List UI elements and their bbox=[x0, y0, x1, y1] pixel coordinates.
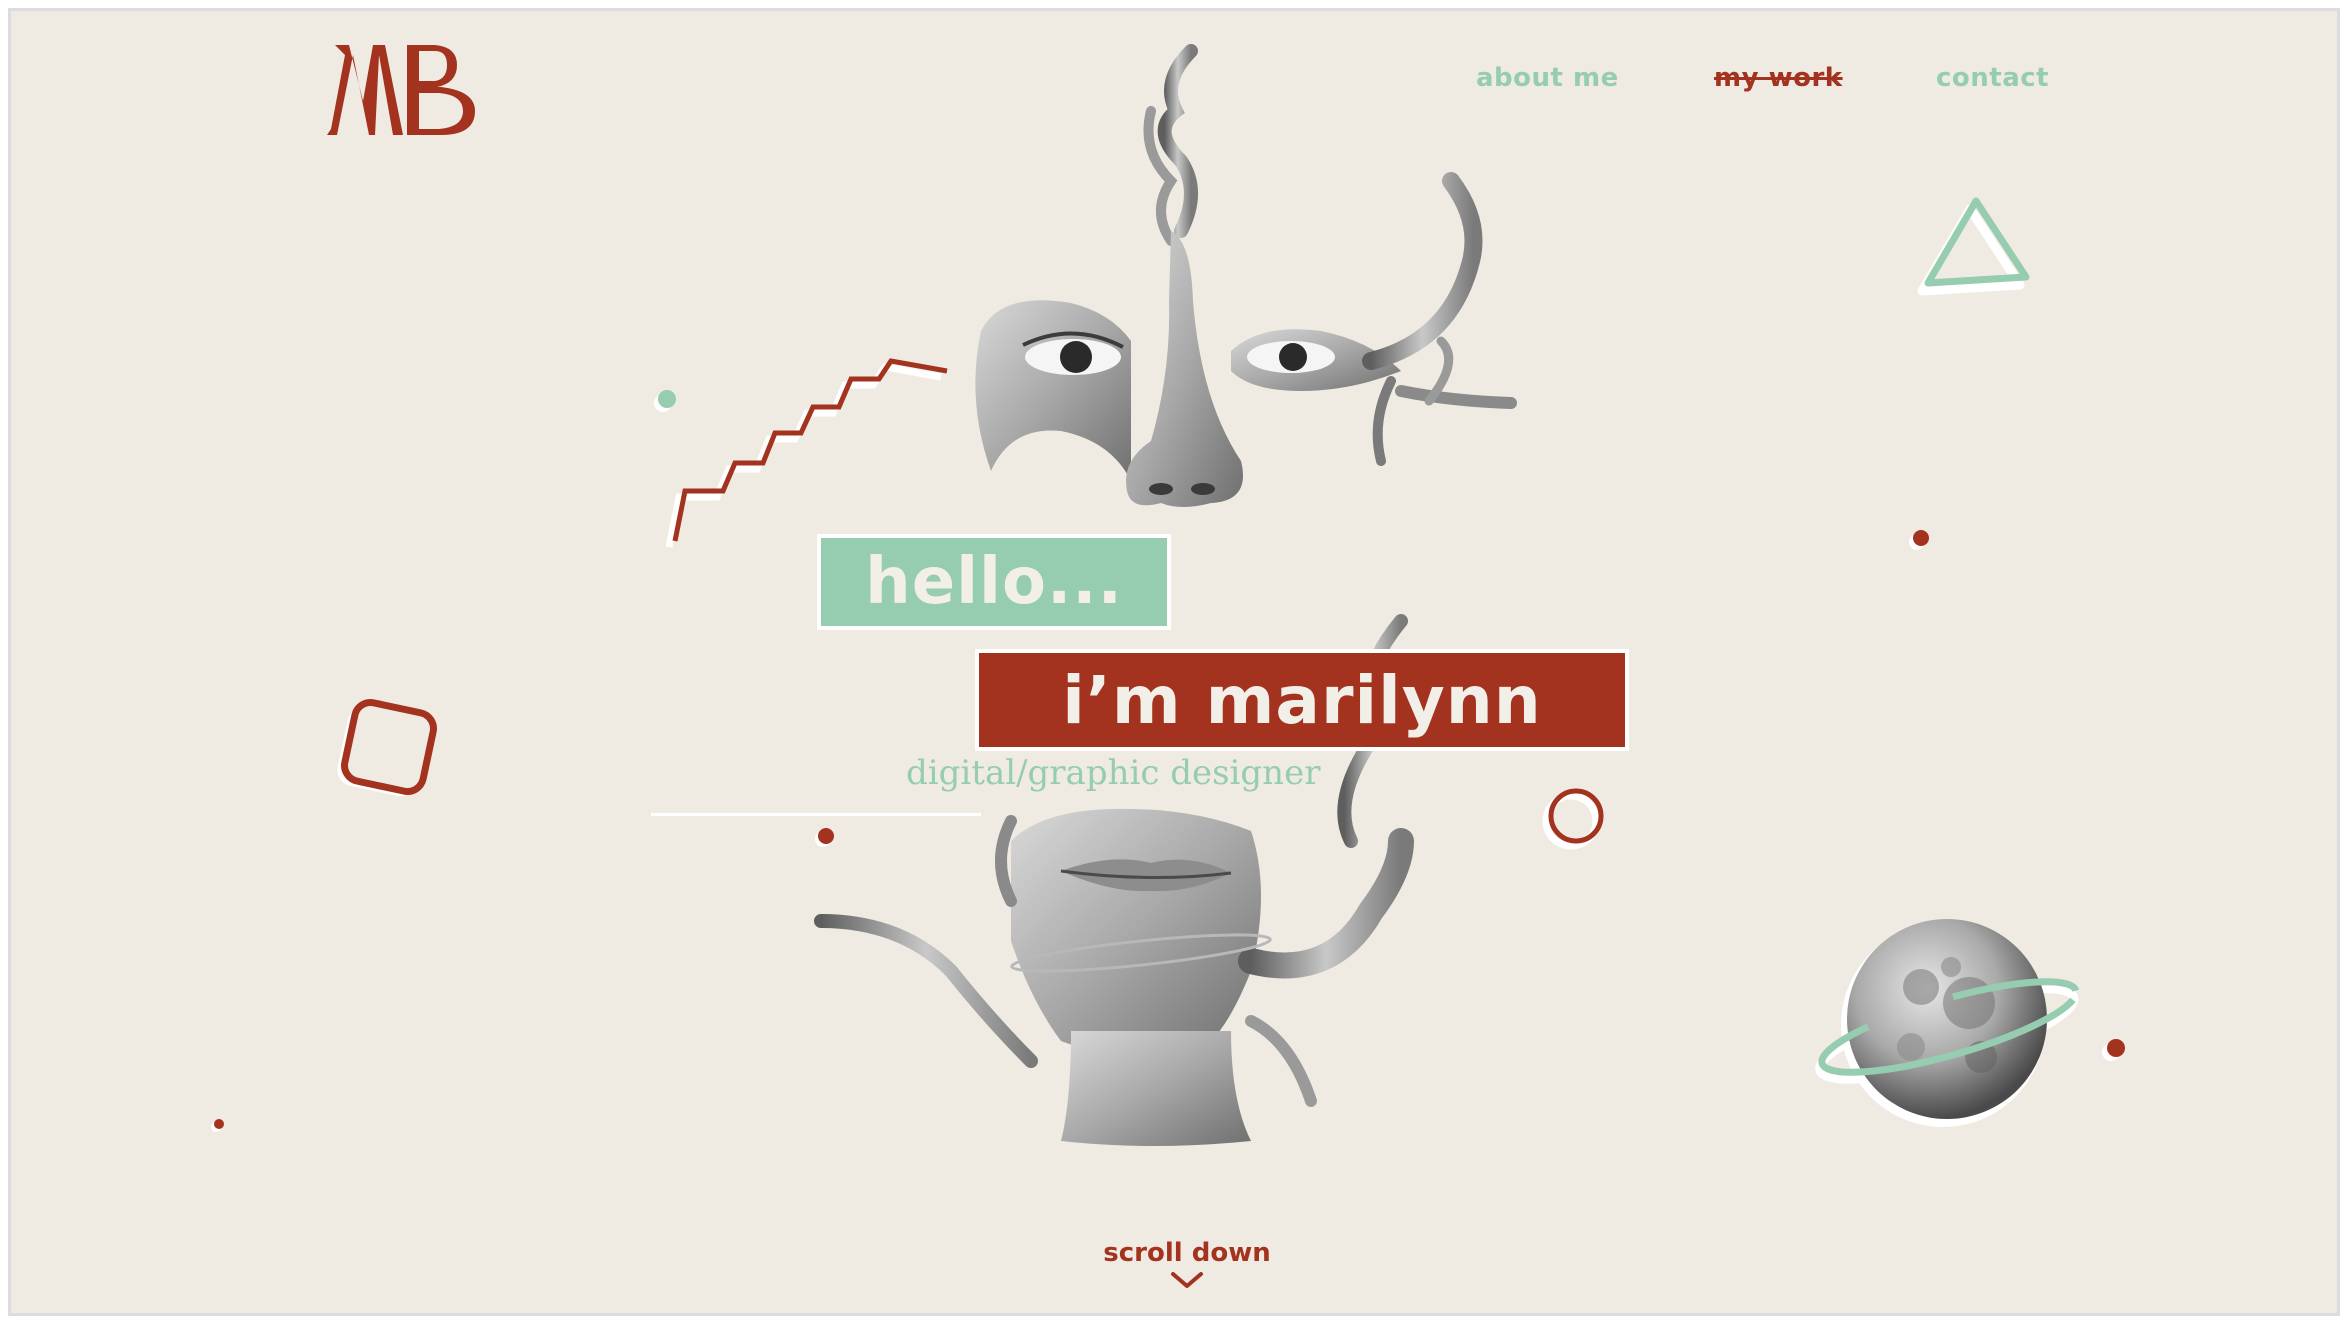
page-canvas: about me my work contact hello... i’m ma… bbox=[8, 8, 2340, 1316]
nav-contact[interactable]: contact bbox=[1936, 63, 2049, 93]
hello-text: hello... bbox=[865, 545, 1123, 619]
mb-logo[interactable] bbox=[323, 41, 483, 137]
triangle-shape bbox=[1917, 197, 2030, 296]
mint-dot bbox=[654, 390, 676, 412]
scroll-down-button[interactable]: scroll down bbox=[1059, 1238, 1315, 1290]
moon-planet-illustration bbox=[1815, 919, 2080, 1127]
scroll-down-label: scroll down bbox=[1103, 1238, 1271, 1268]
name-badge: i’m marilynn bbox=[975, 649, 1629, 751]
role-text: digital/graphic designer bbox=[906, 753, 1321, 793]
red-dot-right bbox=[1909, 530, 1929, 550]
small-red-dot bbox=[211, 1119, 224, 1132]
nav-my-work[interactable]: my work bbox=[1714, 63, 1843, 93]
ring-shape bbox=[1542, 788, 1604, 850]
rounded-square-shape bbox=[337, 699, 437, 797]
red-dot-far-right bbox=[2102, 1039, 2125, 1061]
hello-badge: hello... bbox=[817, 534, 1171, 630]
role-underline bbox=[651, 813, 981, 816]
name-text: i’m marilynn bbox=[1062, 661, 1542, 739]
chevron-down-icon bbox=[1171, 1272, 1203, 1288]
